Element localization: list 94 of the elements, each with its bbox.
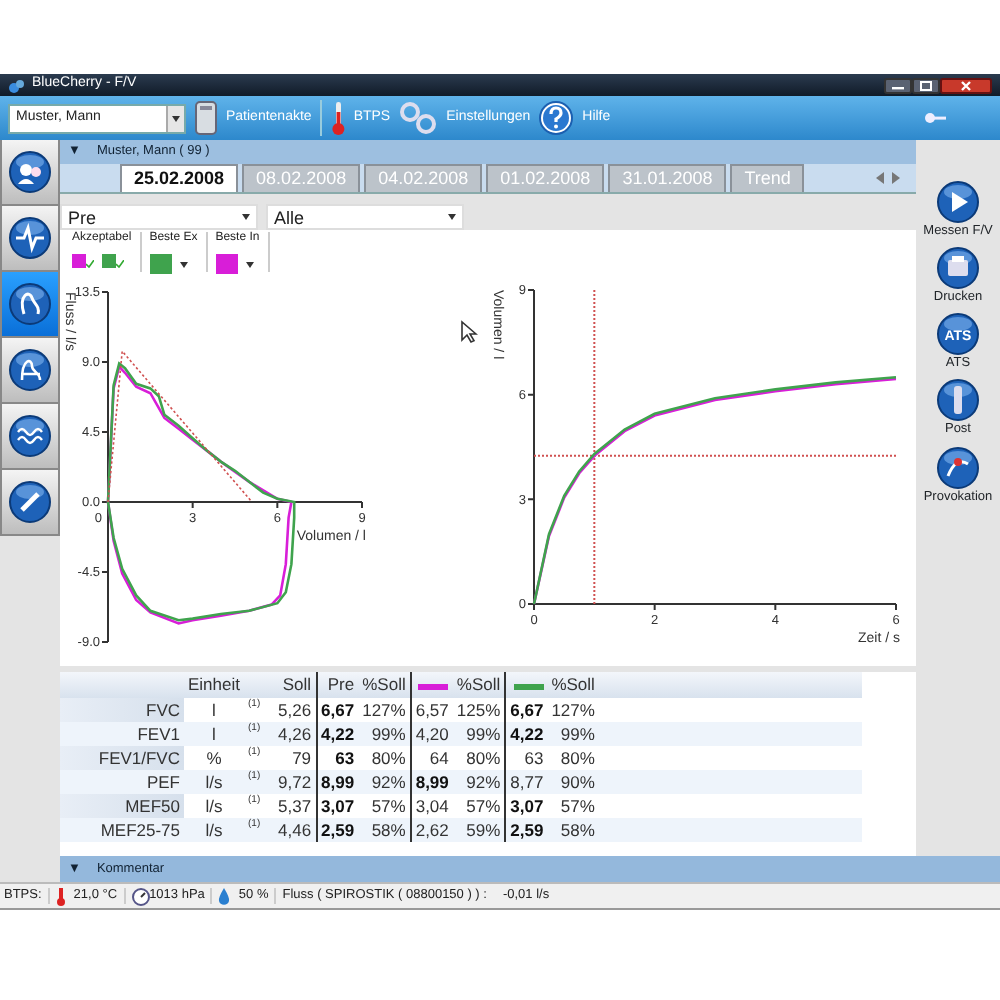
- loop-icon: [8, 282, 52, 326]
- sidebar-button[interactable]: [0, 206, 60, 272]
- gears-icon: [398, 100, 439, 136]
- column-header: %Soll: [358, 672, 411, 698]
- table-cell: 4,20: [410, 722, 453, 746]
- cursor-icon: [460, 320, 478, 344]
- scroll-right-icon: [892, 172, 900, 184]
- thermometer-icon: [55, 887, 66, 905]
- column-header: Soll: [274, 672, 317, 698]
- table-cell: 64: [410, 746, 453, 770]
- table-cell: l/s: [184, 794, 244, 818]
- caret-icon: [179, 261, 188, 268]
- table-cell: 4,46: [274, 818, 317, 842]
- drop-icon: [218, 887, 231, 905]
- color-swatch[interactable]: [149, 254, 172, 275]
- loop-icon: [8, 348, 52, 392]
- table-cell: 57%: [547, 794, 599, 818]
- color-swatch[interactable]: [72, 254, 86, 269]
- row-header: FVC: [60, 698, 184, 722]
- table-cell: 99%: [547, 722, 599, 746]
- row-header: MEF50: [60, 794, 184, 818]
- row-header: MEF25-75: [60, 818, 184, 842]
- table-cell: 4,22: [505, 722, 548, 746]
- minimize-icon: [884, 77, 912, 93]
- caret-icon: [448, 214, 456, 220]
- column-header: %Soll: [547, 672, 599, 698]
- table-cell: 92%: [358, 770, 411, 794]
- table-cell: 63: [505, 746, 548, 770]
- thermometer-icon: [329, 100, 346, 136]
- filter-dropdown[interactable]: Pre: [60, 204, 258, 230]
- color-swatch[interactable]: [102, 254, 116, 269]
- table-cell: 59%: [452, 818, 506, 842]
- column-header: Pre: [316, 672, 359, 698]
- pulse-icon: [8, 216, 52, 260]
- table-cell: 9,72: [274, 770, 317, 794]
- table-cell: 58%: [547, 818, 599, 842]
- table-cell: 6,67: [316, 698, 359, 722]
- pen-icon: [8, 480, 52, 524]
- key-icon: [924, 110, 948, 126]
- help-icon: [538, 100, 575, 136]
- table-cell: 2,59: [505, 818, 548, 842]
- filter-dropdown[interactable]: Alle: [266, 204, 464, 230]
- sidebar-button[interactable]: [0, 470, 60, 536]
- table-cell: 8,77: [505, 770, 548, 794]
- table-cell: 92%: [452, 770, 506, 794]
- table-cell: 4,26: [274, 722, 317, 746]
- close-icon: [940, 77, 992, 93]
- table-cell: 2,62: [410, 818, 453, 842]
- printer-icon: [936, 246, 980, 291]
- play-icon: [936, 180, 980, 224]
- row-header: FEV1/FVC: [60, 746, 184, 770]
- table-cell: 2,59: [316, 818, 359, 842]
- column-header: Einheit: [184, 672, 244, 698]
- table-cell: 80%: [547, 746, 599, 770]
- table-cell: 127%: [547, 698, 599, 722]
- table-cell: l/s: [184, 770, 244, 794]
- sidebar-button[interactable]: [0, 272, 60, 338]
- color-swatch[interactable]: [215, 254, 238, 275]
- binder-icon: [194, 100, 218, 136]
- table-cell: l: [184, 722, 244, 746]
- table-cell: 3,04: [410, 794, 453, 818]
- scroll-left-icon: [876, 172, 884, 184]
- table-cell: 6,57: [410, 698, 453, 722]
- table-cell: 3,07: [316, 794, 359, 818]
- wave-icon: [8, 414, 52, 458]
- provocation-icon: [936, 445, 980, 490]
- sidebar-button[interactable]: [0, 140, 60, 206]
- table-cell: 8,99: [316, 770, 359, 794]
- column-header: %Soll: [452, 672, 506, 698]
- table-cell: l: [184, 698, 244, 722]
- table-cell: 6,67: [505, 698, 548, 722]
- table-cell: 99%: [358, 722, 411, 746]
- inhaler-icon: [936, 378, 980, 423]
- sidebar-button[interactable]: [0, 404, 60, 470]
- gauge-icon: [131, 887, 150, 905]
- caret-icon: [172, 115, 180, 121]
- caret-icon: [245, 261, 254, 268]
- row-header: PEF: [60, 770, 184, 794]
- table-cell: 4,22: [316, 722, 359, 746]
- row-header: FEV1: [60, 722, 184, 746]
- table-cell: 63: [316, 746, 359, 770]
- maximize-icon: [912, 77, 940, 93]
- table-cell: 3,07: [505, 794, 548, 818]
- app-icon: [8, 77, 24, 93]
- people-icon: [8, 150, 52, 194]
- table-cell: 8,99: [410, 770, 453, 794]
- caret-icon: [242, 214, 250, 220]
- table-cell: 58%: [358, 818, 411, 842]
- date-tab[interactable]: 25.02.2008: [120, 164, 239, 192]
- table-cell: 99%: [452, 722, 506, 746]
- sidebar-button[interactable]: [0, 338, 60, 404]
- table-cell: %: [184, 746, 244, 770]
- table-cell: l/s: [184, 818, 244, 842]
- table-cell: 90%: [547, 770, 599, 794]
